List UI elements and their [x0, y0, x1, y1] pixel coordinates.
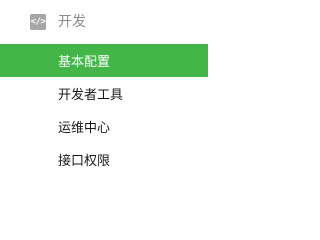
sidebar-item-developer-tools[interactable]: 开发者工具	[0, 77, 208, 110]
sidebar-item-basic-config[interactable]: 基本配置	[0, 44, 208, 77]
sidebar-item-ops-center[interactable]: 运维中心	[0, 110, 208, 143]
sidebar-item-label: 开发者工具	[58, 88, 124, 103]
sidebar-item-label: 接口权限	[58, 154, 111, 169]
sidebar: </> 开发 基本配置 开发者工具 运维中心 接口权限	[0, 0, 208, 201]
section-header-develop[interactable]: </> 开发	[0, 0, 208, 44]
sidebar-item-api-permissions[interactable]: 接口权限	[0, 143, 208, 176]
sidebar-menu: 基本配置 开发者工具 运维中心 接口权限	[0, 44, 208, 176]
sidebar-item-label: 基本配置	[58, 55, 111, 70]
code-icon: </>	[30, 14, 46, 30]
sidebar-item-label: 运维中心	[58, 121, 111, 136]
section-label: 开发	[58, 14, 86, 30]
